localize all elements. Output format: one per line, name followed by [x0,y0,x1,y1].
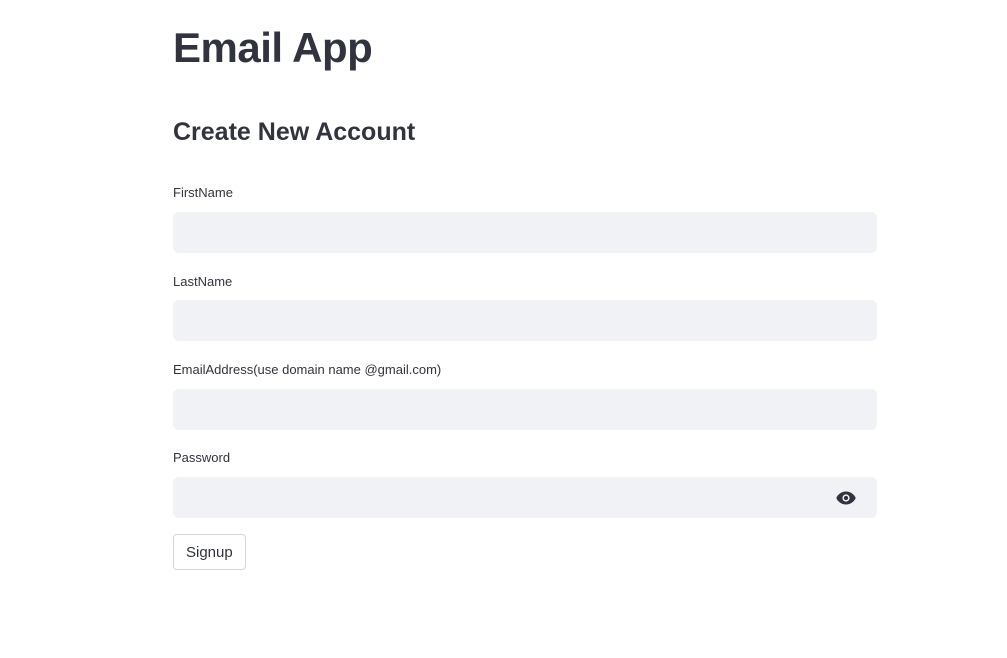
email-address-input[interactable] [173,389,877,430]
password-input[interactable] [173,477,877,518]
first-name-input[interactable] [173,212,877,253]
last-name-label: LastName [173,274,233,289]
signup-button[interactable]: Signup [173,534,246,570]
last-name-input[interactable] [173,300,877,341]
first-name-input-container [173,212,877,253]
show-password-eye-icon[interactable] [835,487,857,509]
email-address-field: EmailAddress(use domain name @gmail.com) [173,361,877,430]
password-input-container [173,477,877,518]
first-name-field: FirstName [173,184,877,253]
last-name-field: LastName [173,273,877,341]
app-title: Email App [173,24,373,71]
password-field: Password [173,449,877,518]
password-label: Password [173,450,231,465]
last-name-input-container [173,300,877,341]
first-name-label: FirstName [173,185,233,200]
email-address-label: EmailAddress(use domain name @gmail.com) [173,362,442,377]
eye-icon [836,491,856,505]
create-account-heading: Create New Account [173,118,416,146]
page: Email App Create New Account FirstName L… [0,0,1007,658]
email-address-input-container [173,389,877,430]
